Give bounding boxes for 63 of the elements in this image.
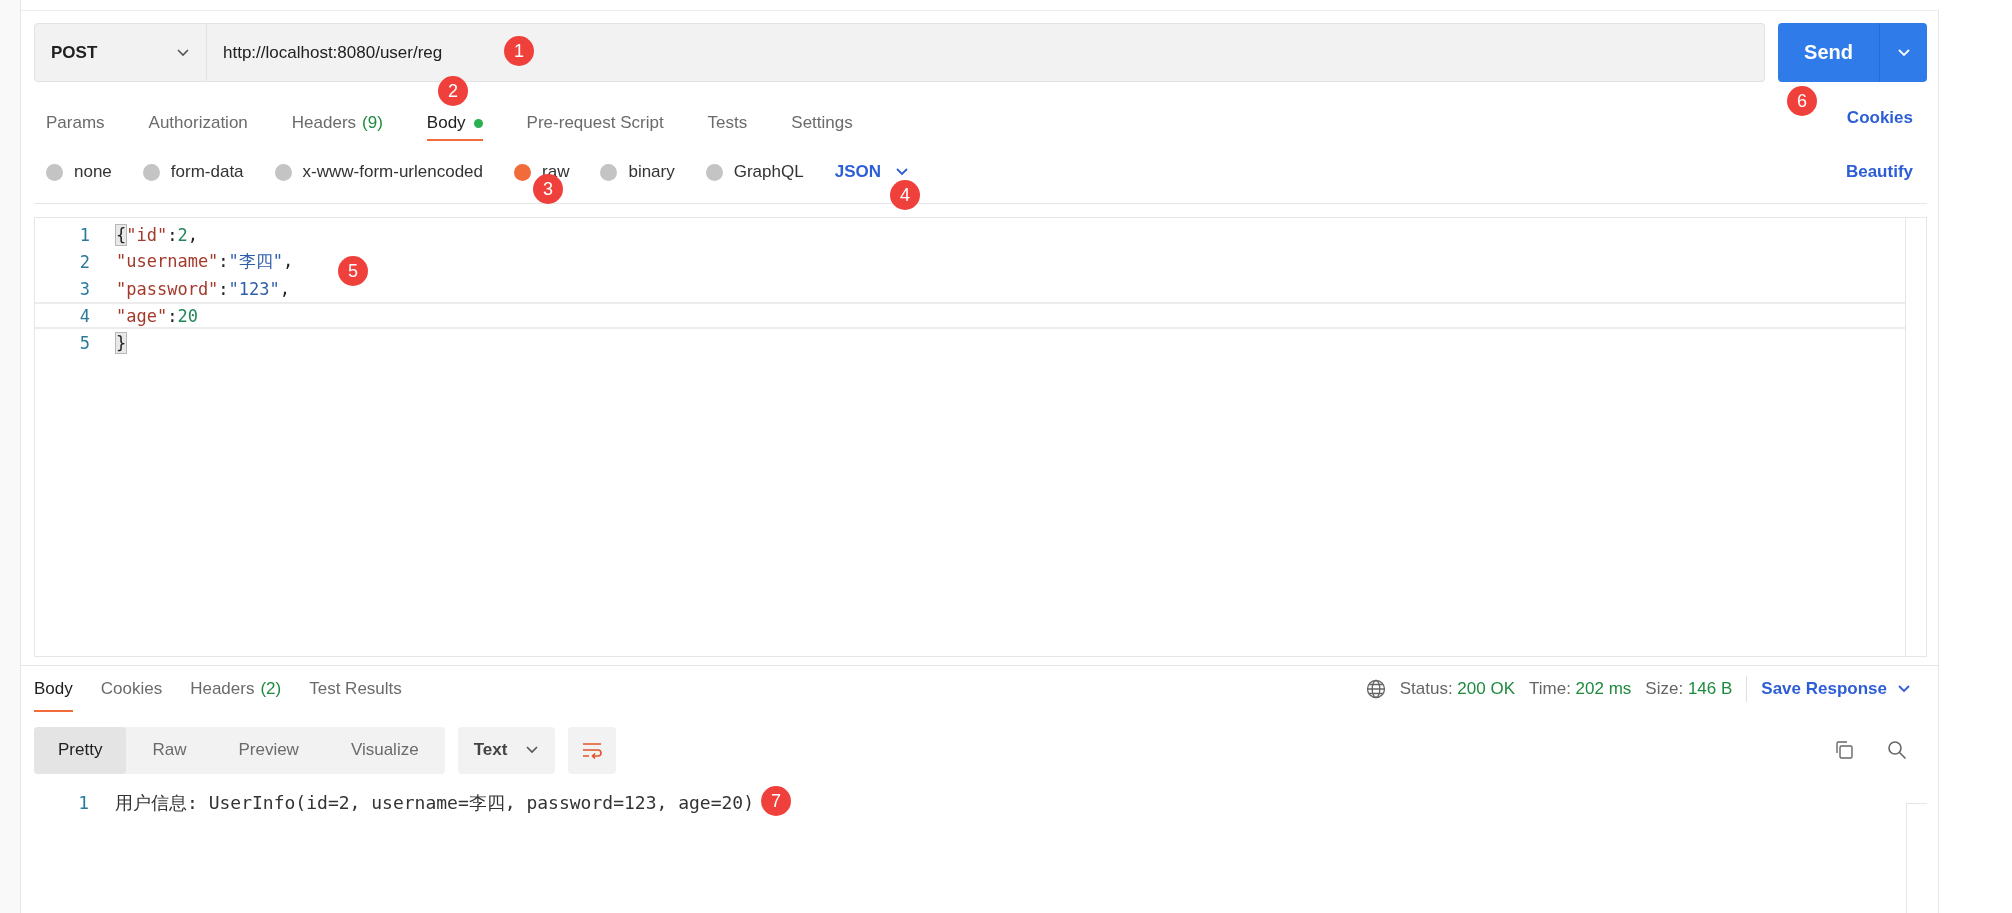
send-options-button[interactable] bbox=[1879, 23, 1927, 82]
wrap-lines-button[interactable] bbox=[568, 726, 617, 774]
chevron-down-icon bbox=[525, 745, 540, 755]
radio-button[interactable] bbox=[514, 163, 531, 181]
radio-label: binary bbox=[628, 162, 675, 182]
radio-button[interactable] bbox=[142, 163, 160, 181]
request-tab[interactable]: Params bbox=[46, 105, 105, 141]
cookies-link[interactable]: Cookies bbox=[1846, 89, 1927, 147]
request-tab[interactable]: Settings bbox=[791, 105, 853, 141]
line-number: 1 bbox=[77, 792, 90, 813]
scrollbar-track[interactable] bbox=[1906, 803, 1927, 913]
code-line: "age":20 bbox=[116, 305, 198, 326]
copy-icon[interactable] bbox=[1834, 740, 1854, 760]
response-tab[interactable]: Headers (2) bbox=[190, 666, 282, 712]
chevron-down-icon bbox=[1897, 684, 1911, 694]
chevron-down-icon bbox=[894, 167, 909, 177]
response-stat: Time: 202 ms bbox=[1529, 679, 1632, 699]
response-tab[interactable]: Body bbox=[34, 666, 73, 712]
annotation-marker: 5 bbox=[338, 256, 368, 286]
beautify-link[interactable]: Beautify bbox=[1845, 162, 1927, 182]
request-tab[interactable]: Authorization bbox=[148, 105, 248, 141]
view-mode-tab[interactable]: Visualize bbox=[324, 726, 445, 774]
annotation-marker: 2 bbox=[438, 76, 468, 106]
line-number: 5 bbox=[78, 332, 91, 353]
view-mode-tab[interactable]: Preview bbox=[212, 726, 325, 774]
line-number: 2 bbox=[78, 251, 91, 272]
request-tab[interactable]: Headers (9) bbox=[291, 105, 383, 141]
response-line: 用户信息: UserInfo(id=2, username=李四, password=123, age=20) bbox=[115, 790, 754, 815]
method-dropdown[interactable]: POST bbox=[34, 23, 207, 82]
radio-button[interactable] bbox=[705, 163, 723, 181]
radio-button[interactable] bbox=[600, 163, 618, 181]
code-line: "password":"123", bbox=[116, 278, 291, 299]
view-mode-tab[interactable]: Pretty bbox=[34, 726, 127, 774]
response-stat: Status: 200 OK bbox=[1399, 679, 1515, 699]
request-tab[interactable]: Pre-request Script bbox=[526, 105, 664, 141]
send-button[interactable]: Send bbox=[1778, 23, 1879, 82]
code-line: {"id":2, bbox=[116, 224, 198, 245]
view-mode-tab[interactable]: Raw bbox=[126, 726, 213, 774]
annotation-marker: 6 bbox=[1787, 86, 1817, 116]
response-tab[interactable]: Cookies bbox=[100, 666, 163, 712]
wrap-lines-icon bbox=[581, 741, 604, 759]
response-tab[interactable]: Test Results bbox=[309, 666, 402, 712]
radio-button[interactable] bbox=[274, 163, 292, 181]
annotation-marker: 4 bbox=[890, 180, 920, 210]
radio-label: none bbox=[74, 162, 112, 182]
search-icon[interactable] bbox=[1887, 740, 1907, 760]
globe-icon[interactable] bbox=[1365, 679, 1386, 699]
chevron-down-icon bbox=[1896, 47, 1911, 58]
request-tab[interactable]: Tests bbox=[707, 105, 748, 141]
format-dropdown[interactable]: Text bbox=[457, 726, 556, 774]
annotation-marker: 7 bbox=[761, 786, 791, 816]
radio-button[interactable] bbox=[46, 163, 63, 181]
code-line: "username":"李四", bbox=[116, 250, 294, 273]
line-number: 1 bbox=[78, 224, 91, 245]
radio-label: form-data bbox=[170, 162, 244, 182]
radio-label: x-www-form-urlencoded bbox=[302, 162, 483, 182]
chevron-down-icon bbox=[176, 47, 190, 58]
language-dropdown[interactable]: JSON bbox=[834, 162, 909, 182]
radio-label: GraphQL bbox=[733, 162, 804, 182]
response-stat: Size: 146 B bbox=[1645, 679, 1733, 699]
line-number: 4 bbox=[78, 305, 91, 326]
line-number: 3 bbox=[78, 278, 91, 299]
save-response-button[interactable]: Save Response bbox=[1761, 679, 1927, 699]
